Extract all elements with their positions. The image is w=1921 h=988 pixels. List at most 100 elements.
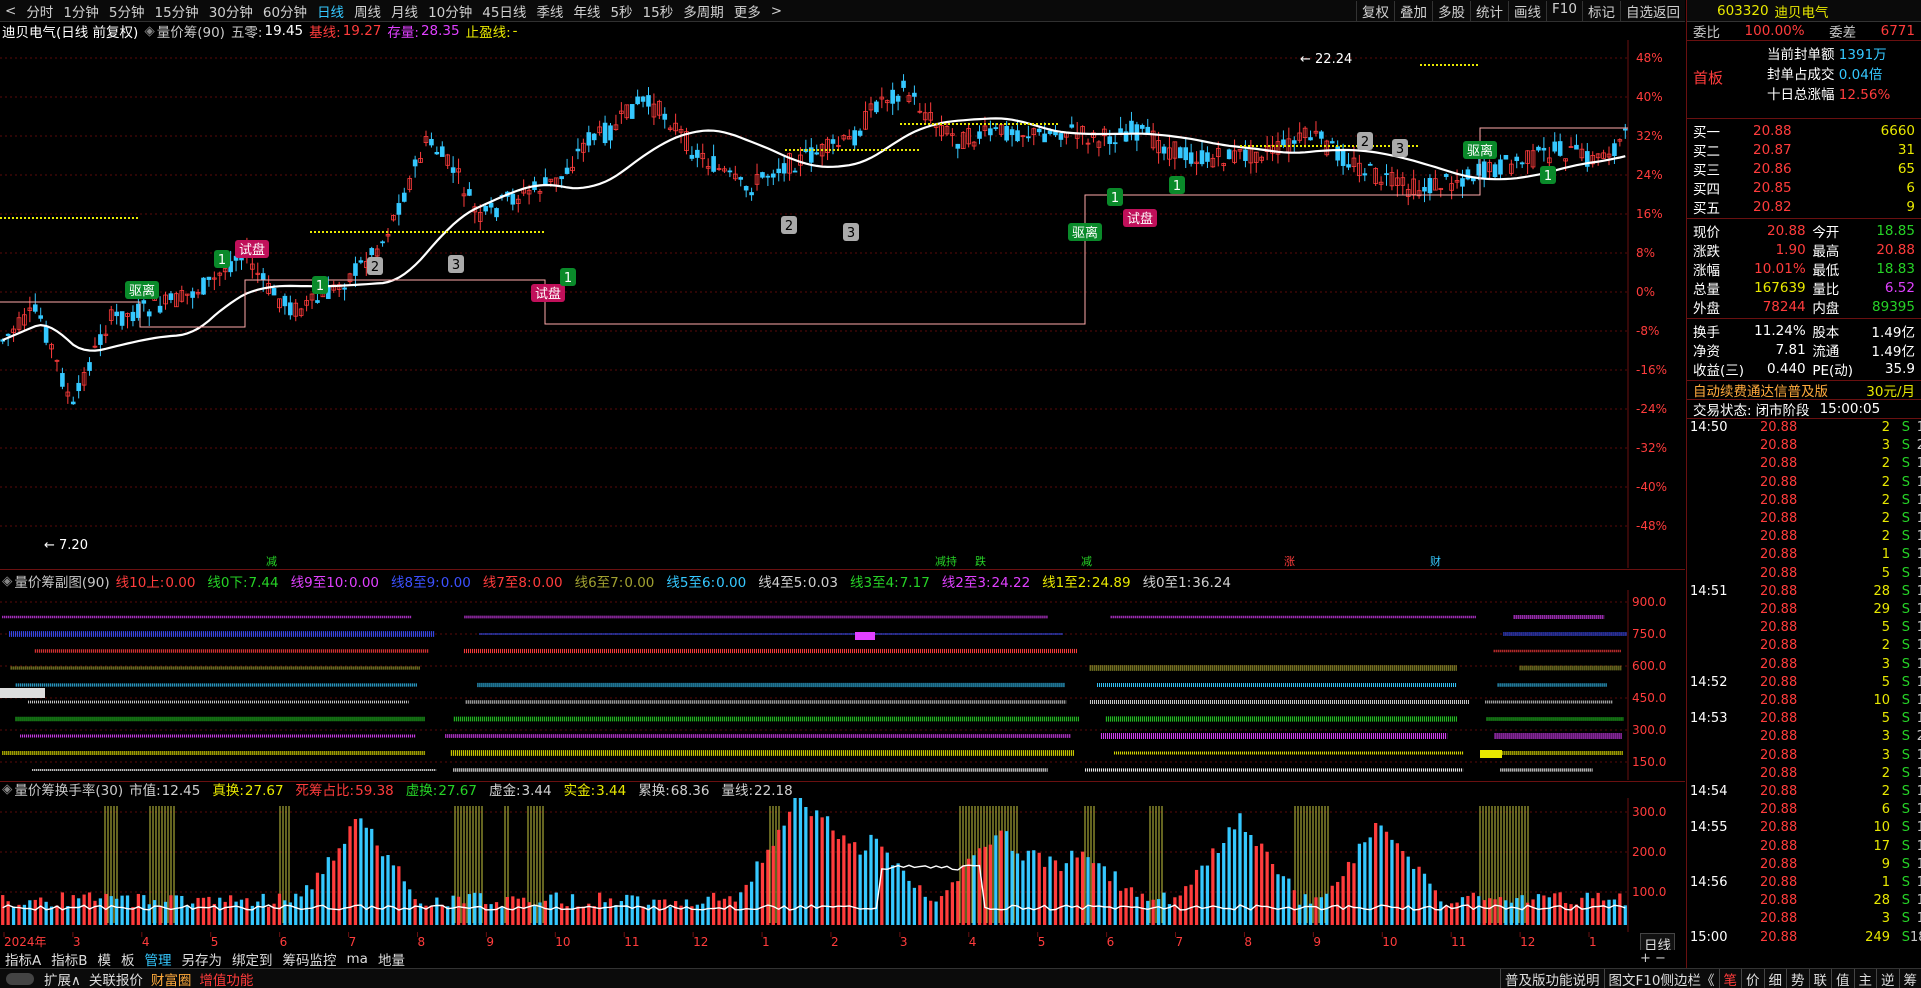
- period-tab[interactable]: 更多: [729, 1, 766, 21]
- period-tab[interactable]: 季线: [531, 1, 568, 21]
- tick-price: 20.88: [1760, 529, 1798, 545]
- indicator-tab[interactable]: 指标A: [0, 949, 46, 969]
- indicator-value: 线3至4:7.17: [849, 575, 930, 590]
- bottom-link[interactable]: 扩展∧: [40, 969, 85, 988]
- indicator-value: 线7至8:0.00: [482, 575, 563, 590]
- bid-row[interactable]: 买二 20.87 31: [1687, 140, 1921, 160]
- period-tab[interactable]: 分时: [21, 1, 58, 21]
- bottom-link[interactable]: 联: [1808, 968, 1832, 988]
- bottom-link[interactable]: 主: [1853, 968, 1877, 988]
- period-tabs: 分时 1分钟 5分钟 15分钟 30分钟 60分钟 日线 周线 月线 10分钟 45日线 季线 年线 5秒…: [21, 1, 765, 21]
- bottom-link[interactable]: 图文F10侧边栏《: [1603, 968, 1719, 988]
- period-tab[interactable]: 多周期: [678, 1, 729, 21]
- tick-price: 20.88: [1760, 911, 1798, 927]
- indicator-tab[interactable]: 另存为: [177, 949, 228, 969]
- promo-row[interactable]: 自动续费通达信普及版 30元/月: [1687, 381, 1921, 400]
- candle-body: [1481, 161, 1487, 179]
- candle-body: [743, 185, 749, 191]
- period-tab[interactable]: 1分钟: [58, 1, 104, 21]
- tick-count: 1: [1916, 511, 1921, 527]
- y-tick-label: 8%: [1636, 246, 1655, 260]
- period-tab[interactable]: 45日线: [477, 1, 531, 21]
- indicator-toggle-icon[interactable]: ◈: [2, 573, 12, 589]
- indicator-tab[interactable]: 模: [93, 949, 117, 969]
- tick-time: 14:52: [1690, 674, 1728, 690]
- period-tab[interactable]: 15分钟: [150, 1, 204, 21]
- right-arrow-icon[interactable]: >: [766, 3, 787, 19]
- tool-button[interactable]: 多股: [1432, 0, 1470, 21]
- tool-button[interactable]: 叠加: [1394, 0, 1432, 21]
- tick-count: 1: [1916, 492, 1921, 508]
- stat-row: 收益(三) 0.440 PE(动) 35.9: [1693, 360, 1915, 379]
- period-tab[interactable]: 60分钟: [258, 1, 312, 21]
- tool-button[interactable]: 统计: [1470, 0, 1508, 21]
- tick-count: 1: [1916, 765, 1921, 781]
- candle-body: [288, 302, 293, 316]
- tool-button[interactable]: 复权: [1356, 0, 1394, 21]
- indicator-tab[interactable]: 管理: [140, 949, 177, 969]
- bottom-link[interactable]: 笔: [1718, 968, 1742, 988]
- indicator-toggle-icon[interactable]: ◈: [2, 781, 12, 797]
- bottom-link[interactable]: 普及版功能说明: [1500, 968, 1604, 988]
- tick-price: 20.88: [1760, 438, 1798, 454]
- indicator-tab[interactable]: 板: [116, 949, 140, 969]
- bid-row[interactable]: 买三 20.86 65: [1687, 159, 1921, 179]
- tool-button[interactable]: 标记: [1582, 0, 1620, 21]
- x-tick-label: 1: [1589, 935, 1597, 949]
- status-bar: 扩展∧ 关联报价 财富圈 增值功能 普及版功能说明 图文F10侧边栏《笔价细势联值主逆筹: [0, 968, 1921, 988]
- candle-body: [119, 311, 125, 326]
- bottom-link[interactable]: 势: [1786, 968, 1809, 988]
- kline-chart[interactable]: 48% 40% 32% 24% 16% 8% 0% -8% -16% -24% -32% -40% -4…: [0, 40, 1685, 568]
- bottom-link[interactable]: 关联报价: [85, 969, 147, 988]
- tool-button[interactable]: 画线: [1508, 0, 1546, 21]
- indicator-toggle-icon[interactable]: ◈: [144, 23, 154, 39]
- left-arrow-icon[interactable]: <: [0, 3, 21, 19]
- signal-marker: 3: [1396, 142, 1404, 157]
- bottom-link[interactable]: 筹: [1898, 968, 1921, 988]
- y-tick-label: 750.0: [1632, 627, 1666, 641]
- indicator-tabs: 指标A 指标B 模板管理 另存为 绑定到 筹码监控 ma 地量: [0, 949, 1685, 969]
- bottom-link[interactable]: 财富圈: [147, 969, 196, 988]
- period-tab[interactable]: 5秒: [605, 1, 637, 21]
- indicator-tab[interactable]: 地量: [373, 949, 410, 969]
- tool-button[interactable]: 自选返回: [1620, 0, 1685, 21]
- tool-button[interactable]: F10: [1546, 0, 1582, 21]
- indicator-tab[interactable]: 指标B: [46, 949, 92, 969]
- period-tab[interactable]: 月线: [386, 1, 423, 21]
- scroll-toggle-icon[interactable]: [6, 972, 34, 985]
- sub2-title[interactable]: 量价筹换手率(30): [14, 780, 123, 798]
- ma-line: [2, 117, 1626, 352]
- bid-row[interactable]: 买一 20.88 6660: [1687, 121, 1921, 141]
- indicator-tab[interactable]: 绑定到: [227, 949, 278, 969]
- candle-body: [483, 205, 488, 212]
- zoom-in-icon[interactable]: +: [1640, 951, 1651, 966]
- tick-side: S: [1901, 656, 1910, 672]
- event-label: 减持: [935, 554, 957, 568]
- candle-body: [629, 104, 635, 119]
- period-tab[interactable]: 周线: [349, 1, 386, 21]
- chip-distribution-chart[interactable]: 900.0 750.0 600.0 450.0 300.0 150.0: [0, 590, 1685, 780]
- indicator-value: 线0下:7.44: [207, 575, 279, 590]
- period-tab[interactable]: 日线: [312, 1, 349, 21]
- turnover-chart[interactable]: 300.0 200.0 100.0: [0, 798, 1685, 933]
- bottom-link[interactable]: 细: [1763, 968, 1787, 988]
- indicator-tab[interactable]: ma: [342, 951, 373, 967]
- bid-row[interactable]: 买五 20.82 9: [1687, 197, 1921, 217]
- bottom-link[interactable]: 增值功能: [195, 969, 257, 988]
- period-tab[interactable]: 10分钟: [423, 1, 477, 21]
- bottom-link[interactable]: 逆: [1876, 968, 1899, 988]
- period-tab[interactable]: 30分钟: [204, 1, 258, 21]
- period-tab[interactable]: 15秒: [638, 1, 679, 21]
- indicator-tab[interactable]: 筹码监控: [278, 949, 342, 969]
- bottom-link[interactable]: 价: [1741, 968, 1764, 988]
- period-tab[interactable]: 5分钟: [104, 1, 150, 21]
- indicator-name[interactable]: 量价筹(90): [157, 22, 225, 40]
- sub1-title[interactable]: 量价筹副图(90): [14, 572, 109, 590]
- bid-row[interactable]: 买四 20.85 6: [1687, 178, 1921, 198]
- bottom-link[interactable]: 值: [1831, 968, 1854, 988]
- candle-body: [1308, 137, 1313, 141]
- panel-divider: [0, 569, 1685, 570]
- zoom-out-icon[interactable]: −: [1655, 951, 1666, 966]
- y-tick-label: -16%: [1636, 363, 1667, 377]
- period-tab[interactable]: 年线: [568, 1, 605, 21]
